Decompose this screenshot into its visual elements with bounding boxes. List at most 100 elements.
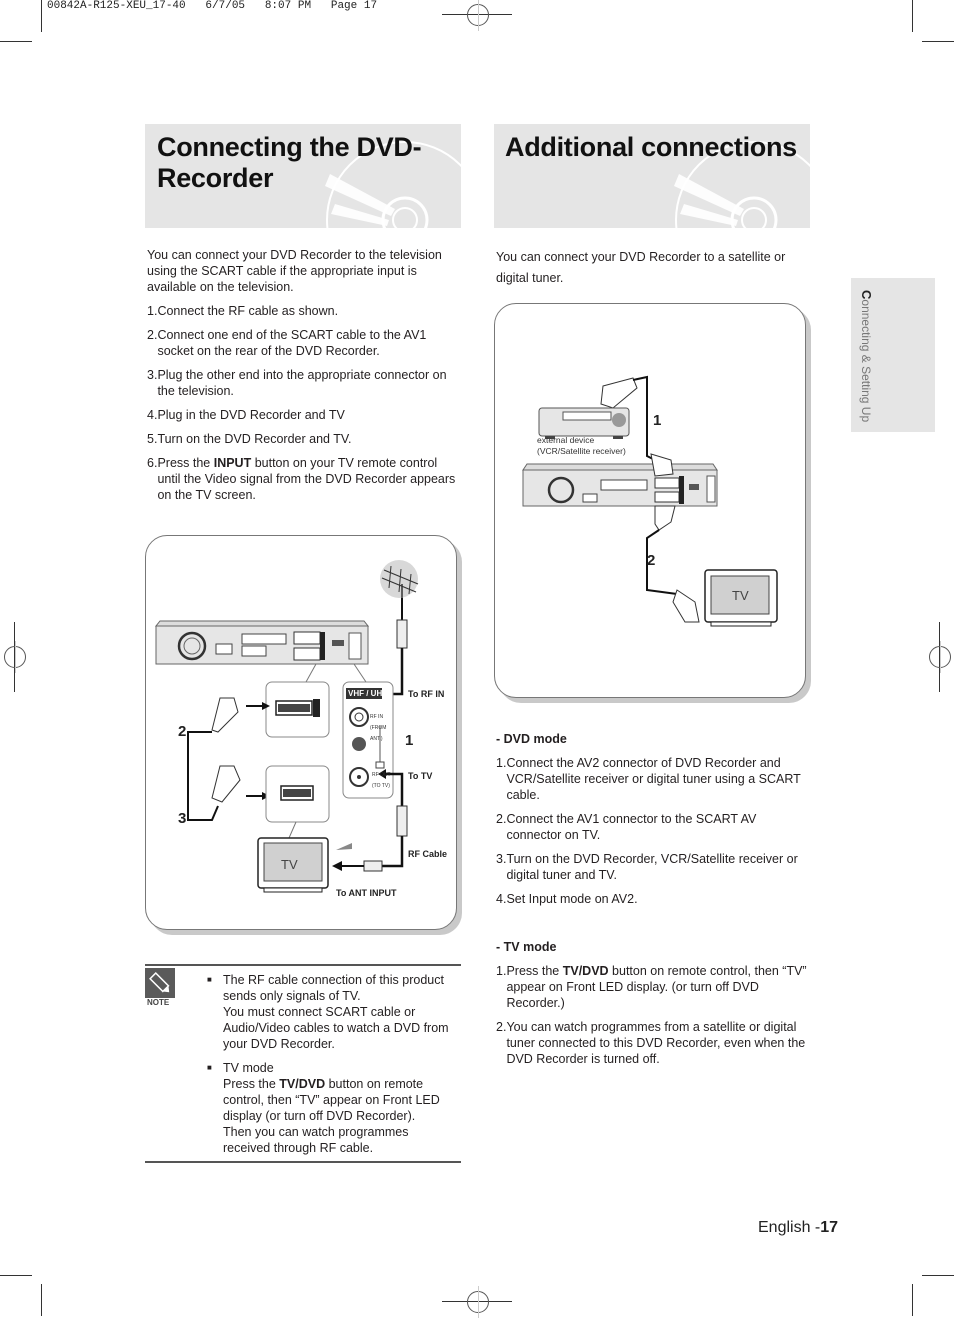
step-1-marker: 1 — [405, 732, 414, 749]
step-item: 5. Turn on the DVD Recorder and TV. — [147, 431, 459, 447]
registration-mark-icon — [467, 0, 489, 31]
dvd-recorder-rear-panel — [522, 463, 718, 507]
step-item: 2. Connect the AV1 connector to the SCAR… — [496, 811, 810, 843]
bullet-square-icon: ■ — [207, 975, 212, 984]
registration-mark-icon — [4, 641, 26, 673]
section-header-right: Additional connections — [494, 124, 810, 228]
dvd-recorder-rear-panel — [154, 620, 370, 665]
text: Press the — [506, 964, 563, 978]
note-line: Press the — [223, 1077, 280, 1091]
scart-plug-icon — [211, 697, 270, 733]
rf-out-small-label: RF OUT (TO TV) — [372, 772, 391, 789]
page-number-value: 17 — [820, 1219, 839, 1236]
step-3-marker: 3 — [178, 810, 187, 827]
tv-mode-section: - TV mode 1. Press the TV/DVD button on … — [496, 939, 810, 1075]
antenna-icon — [380, 560, 419, 598]
step-number: 1. — [147, 304, 158, 318]
note-line: TV mode — [223, 1061, 274, 1075]
label-line: (VCR/Satellite receiver) — [537, 446, 626, 456]
diagram-artwork — [522, 375, 778, 627]
scart-plug-icon — [600, 377, 638, 409]
step-number: 4. — [496, 892, 507, 906]
step-item: 4. Set Input mode on AV2. — [496, 891, 810, 907]
step-item: 6. Press the INPUT button on your TV rem… — [147, 455, 459, 503]
intro-right: You can connect your DVD Recorder to a s… — [496, 250, 786, 285]
registration-mark-icon — [929, 641, 951, 673]
page-title-left: Connecting the DVD- Recorder — [157, 132, 422, 194]
step-number: 3. — [496, 852, 507, 866]
step-number: 6. — [147, 456, 158, 470]
note-bullets: ■ The RF cable connection of this produc… — [207, 972, 459, 1164]
input-button-ref: INPUT — [213, 456, 252, 470]
chapter-tab-label: Connecting & Setting Up — [859, 290, 874, 422]
external-device-label: external device (VCR/Satellite receiver) — [537, 435, 626, 457]
crop-mark — [912, 0, 913, 32]
tv-mode-heading: - TV mode — [496, 939, 810, 955]
text: Press the — [157, 456, 214, 470]
note-box: NOTE ■ The RF cable connection of this p… — [145, 964, 461, 1163]
tv-dvd-button-ref: TV/DVD — [279, 1077, 326, 1091]
tv-screen-label: TV — [281, 857, 298, 872]
step-text: Connect the RF cable as shown. — [157, 304, 339, 318]
note-label: NOTE — [147, 998, 170, 1007]
dvd-mode-section: - DVD mode 1. Connect the AV2 connector … — [496, 731, 810, 915]
note-pencil-icon — [145, 968, 175, 998]
step-number: 5. — [147, 432, 158, 446]
step-item: 2. Connect one end of the SCART cable to… — [147, 327, 459, 359]
step-text: Set Input mode on AV2. — [506, 892, 638, 906]
page-title-right: Additional connections — [505, 132, 797, 162]
step-2-marker: 2 — [178, 723, 187, 740]
rf-plug-icon — [396, 805, 408, 837]
note-bullet: ■ The RF cable connection of this produc… — [207, 972, 459, 1052]
step-item: 4. Plug in the DVD Recorder and TV — [147, 407, 459, 423]
to-tv-label: To TV — [408, 771, 433, 781]
step-item: 2. You can watch programmes from a satel… — [496, 1019, 810, 1067]
step-text: Turn on the DVD Recorder and TV. — [157, 432, 352, 446]
crop-mark — [0, 41, 32, 42]
print-slug: 00842A-R125-XEU_17-40 6/7/05 8:07 PM Pag… — [47, 0, 378, 12]
note-text: TV mode Press the TV/DVD button on remot… — [223, 1060, 459, 1156]
intro-text: You can connect your DVD Recorder to the… — [147, 248, 442, 294]
tv-screen-label: TV — [732, 588, 749, 603]
step-item: 1. Connect the AV2 connector of DVD Reco… — [496, 755, 810, 803]
step-number: 2. — [147, 328, 158, 342]
page-language: English - — [758, 1219, 821, 1236]
heading-text: - DVD mode — [496, 732, 567, 746]
step-number: 3. — [147, 368, 158, 382]
section-header-left: Connecting the DVD- Recorder — [145, 124, 461, 228]
step-2-marker: 2 — [647, 552, 656, 569]
step-number: 1. — [496, 756, 507, 770]
note-line: You must connect SCART cable or Audio/Vi… — [223, 1005, 449, 1051]
crop-mark — [41, 1284, 42, 1316]
step-item: 3. Plug the other end into the appropria… — [147, 367, 459, 399]
crop-mark — [922, 41, 954, 42]
step-text: Connect the AV1 connector to the SCART A… — [506, 812, 757, 842]
note-line: The RF cable connection of this product … — [223, 973, 444, 1003]
intro-and-steps-left: You can connect your DVD Recorder to the… — [147, 247, 459, 511]
scart-plug-icon — [672, 589, 700, 623]
crop-mark — [922, 1275, 954, 1276]
chapter-initial: C — [859, 290, 874, 300]
heading-text: - TV mode — [496, 940, 557, 954]
note-text: The RF cable connection of this product … — [223, 972, 459, 1052]
bullet-square-icon: ■ — [207, 1063, 212, 1072]
rf-plug-icon — [396, 619, 408, 649]
title-line-2: Recorder — [157, 163, 274, 193]
rf-scart-connection-diagram: VHF / UHF RF IN (FROM ANT.) RF OUT (TO T… — [145, 535, 457, 930]
step-item: 3. Turn on the DVD Recorder, VCR/Satelli… — [496, 851, 810, 883]
crop-mark — [912, 1284, 913, 1316]
step-text: Press the INPUT button on your TV remote… — [157, 455, 459, 503]
to-rf-in-label: To RF IN — [408, 689, 445, 699]
step-1-marker: 1 — [653, 412, 662, 429]
step-text: You can watch programmes from a satellit… — [506, 1020, 806, 1066]
chapter-side-tab: Connecting & Setting Up — [851, 278, 935, 432]
step-number: 2. — [496, 812, 507, 826]
external-device-connection-diagram: external device (VCR/Satellite receiver)… — [494, 303, 806, 698]
step-text: Connect the AV2 connector of DVD Recorde… — [506, 756, 801, 802]
step-item: 1. Press the TV/DVD button on remote con… — [496, 963, 810, 1011]
step-number: 1. — [496, 964, 507, 978]
title-line-1: Connecting the DVD- — [157, 132, 422, 162]
vhf-uhf-label: VHF / UHF — [348, 689, 388, 698]
step-text: Turn on the DVD Recorder, VCR/Satellite … — [506, 852, 798, 882]
step-text: Plug in the DVD Recorder and TV — [157, 408, 345, 422]
